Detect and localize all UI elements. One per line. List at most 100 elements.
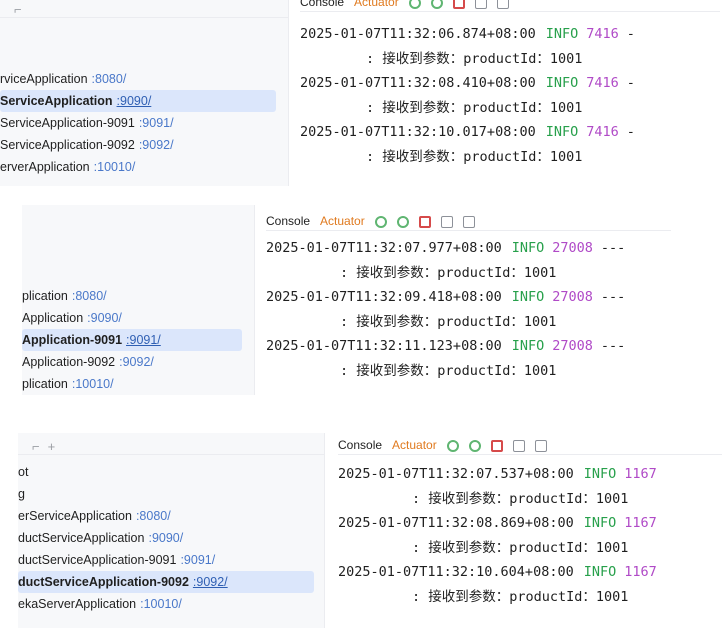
debug-icon[interactable] [468, 440, 481, 452]
log-pid: 27008 [552, 240, 593, 256]
screenshot-panel-1: ⌐ rviceApplication:8080/ ServiceApplicat… [0, 0, 722, 186]
log-pid: 27008 [552, 338, 593, 354]
log-message: : 接收到参数：productId：1001 [412, 490, 629, 507]
log-message: : 接收到参数：productId：1001 [340, 313, 557, 330]
tree-header: ⌐ [0, 0, 288, 18]
stop-icon[interactable] [452, 0, 465, 9]
debug-icon[interactable] [396, 216, 409, 228]
log-entry: 2025-01-07T11:32:08.410+08:00 INFO 7416- :… [300, 71, 635, 120]
log-message: : 接收到参数：productId：1001 [366, 148, 583, 165]
tree-header: ⌐ + [18, 433, 324, 455]
tree-item-user-service[interactable]: erServiceApplication:8080/ [18, 505, 324, 527]
log-entry: 2025-01-07T11:32:10.017+08:00 INFO 7416- :… [300, 120, 635, 169]
log-pid: 7416 [586, 75, 619, 91]
camera-icon[interactable] [512, 440, 525, 452]
export-icon[interactable] [462, 216, 475, 228]
panel-divider [324, 433, 325, 628]
stop-icon[interactable] [490, 440, 503, 452]
log-level: INFO [545, 26, 579, 42]
console-toolbar: Console Actuator [300, 0, 720, 12]
export-icon[interactable] [534, 440, 547, 452]
console-tab[interactable]: Console [300, 0, 344, 9]
log-pid: 7416 [586, 124, 619, 140]
log-entry: 2025-01-07T11:32:06.874+08:00 INFO 7416- :… [300, 22, 635, 71]
rerun-icon[interactable] [408, 0, 421, 9]
tree-divider-icon: ⌐ [32, 439, 40, 454]
tree-item-user-service[interactable]: plication:8080/ [22, 285, 254, 307]
log-level: INFO [545, 124, 579, 140]
tree-item-product-service-9091[interactable]: ServiceApplication-9091:9091/ [0, 112, 288, 134]
log-level: INFO [511, 240, 545, 256]
log-entry: 2025-01-07T11:32:09.418+08:00 INFO 27008 --… [266, 285, 625, 334]
log-timestamp: 2025-01-07T11:32:06.874+08:00 [300, 26, 536, 42]
log-timestamp: 2025-01-07T11:32:10.604+08:00 [338, 564, 574, 580]
tree-item-group[interactable]: g [18, 483, 324, 505]
log-message: : 接收到参数：productId：1001 [366, 50, 583, 67]
log-separator: --- [600, 240, 626, 256]
console-output: 2025-01-07T11:32:07.537+08:00 INFO 1167 : … [338, 462, 657, 609]
tree-item-root[interactable]: ot [18, 461, 324, 483]
console-output: 2025-01-07T11:32:06.874+08:00 INFO 7416- :… [300, 22, 635, 169]
tree-item-eureka-server[interactable]: ekaServerApplication:10010/ [18, 593, 324, 615]
console-toolbar: Console Actuator [338, 433, 722, 455]
tree-item-product-service[interactable]: Application:9090/ [22, 307, 254, 329]
log-level: INFO [511, 289, 545, 305]
panel-divider [254, 205, 255, 395]
tree-toolbar-icon[interactable]: ⌐ [14, 2, 22, 17]
tree-item-eureka-server[interactable]: erverApplication:10010/ [0, 156, 288, 178]
log-entry: 2025-01-07T11:32:08.869+08:00 INFO 1167 : … [338, 511, 657, 560]
screenshot-panel-3: ⌐ + ot g erServiceApplication:8080/ ductS… [18, 433, 722, 628]
console-tab[interactable]: Console [338, 438, 382, 452]
console-tab[interactable]: Console [266, 214, 310, 228]
log-timestamp: 2025-01-07T11:32:08.410+08:00 [300, 75, 536, 91]
tree-item-product-service[interactable]: ductServiceApplication:9090/ [18, 527, 324, 549]
log-level: INFO [545, 75, 579, 91]
actuator-tab[interactable]: Actuator [320, 214, 365, 228]
export-icon[interactable] [496, 0, 509, 9]
log-pid: 1167 [624, 466, 657, 482]
log-message: : 接收到参数：productId：1001 [366, 99, 583, 116]
tree-item-product-service-9092[interactable]: ductServiceApplication-9092:9092/ [18, 571, 314, 593]
log-timestamp: 2025-01-07T11:32:07.977+08:00 [266, 240, 502, 256]
actuator-tab[interactable]: Actuator [392, 438, 437, 452]
log-timestamp: 2025-01-07T11:32:10.017+08:00 [300, 124, 536, 140]
tree-item-user-service[interactable]: rviceApplication:8080/ [0, 68, 288, 90]
log-entry: 2025-01-07T11:32:11.123+08:00 INFO 27008 --… [266, 334, 625, 383]
log-separator: - [626, 26, 635, 42]
debug-icon[interactable] [430, 0, 443, 9]
log-level: INFO [583, 564, 617, 580]
log-message: : 接收到参数：productId：1001 [412, 588, 629, 605]
tree-item-product-service-9092[interactable]: Application-9092:9092/ [22, 351, 254, 373]
log-timestamp: 2025-01-07T11:32:08.869+08:00 [338, 515, 574, 531]
log-pid: 1167 [624, 564, 657, 580]
log-level: INFO [583, 515, 617, 531]
console-output: 2025-01-07T11:32:07.977+08:00 INFO 27008 --… [266, 236, 625, 383]
log-level: INFO [583, 466, 617, 482]
camera-icon[interactable] [440, 216, 453, 228]
log-separator: --- [600, 289, 626, 305]
panel-divider [288, 0, 289, 186]
tree-item-product-service-9091[interactable]: Application-9091:9091/ [22, 329, 242, 351]
log-entry: 2025-01-07T11:32:10.604+08:00 INFO 1167 : … [338, 560, 657, 609]
services-tree: ⌐ + ot g erServiceApplication:8080/ ductS… [18, 433, 324, 628]
add-icon[interactable]: + [48, 439, 56, 454]
camera-icon[interactable] [474, 0, 487, 9]
services-tree: ⌐ rviceApplication:8080/ ServiceApplicat… [0, 0, 288, 186]
tree-item-product-service-9091[interactable]: ductServiceApplication-9091:9091/ [18, 549, 324, 571]
rerun-icon[interactable] [374, 216, 387, 228]
log-message: : 接收到参数：productId：1001 [412, 539, 629, 556]
rerun-icon[interactable] [446, 440, 459, 452]
log-pid: 7416 [586, 26, 619, 42]
stop-icon[interactable] [418, 216, 431, 228]
tree-item-eureka-server[interactable]: plication:10010/ [22, 373, 254, 395]
log-separator: --- [600, 338, 626, 354]
log-pid: 27008 [552, 289, 593, 305]
tree-item-product-service-9092[interactable]: ServiceApplication-9092:9092/ [0, 134, 288, 156]
log-timestamp: 2025-01-07T11:32:07.537+08:00 [338, 466, 574, 482]
log-level: INFO [511, 338, 545, 354]
log-entry: 2025-01-07T11:32:07.537+08:00 INFO 1167 : … [338, 462, 657, 511]
actuator-tab[interactable]: Actuator [354, 0, 399, 9]
log-timestamp: 2025-01-07T11:32:09.418+08:00 [266, 289, 502, 305]
tree-item-product-service[interactable]: ServiceApplication:9090/ [0, 90, 276, 112]
log-entry: 2025-01-07T11:32:07.977+08:00 INFO 27008 --… [266, 236, 625, 285]
